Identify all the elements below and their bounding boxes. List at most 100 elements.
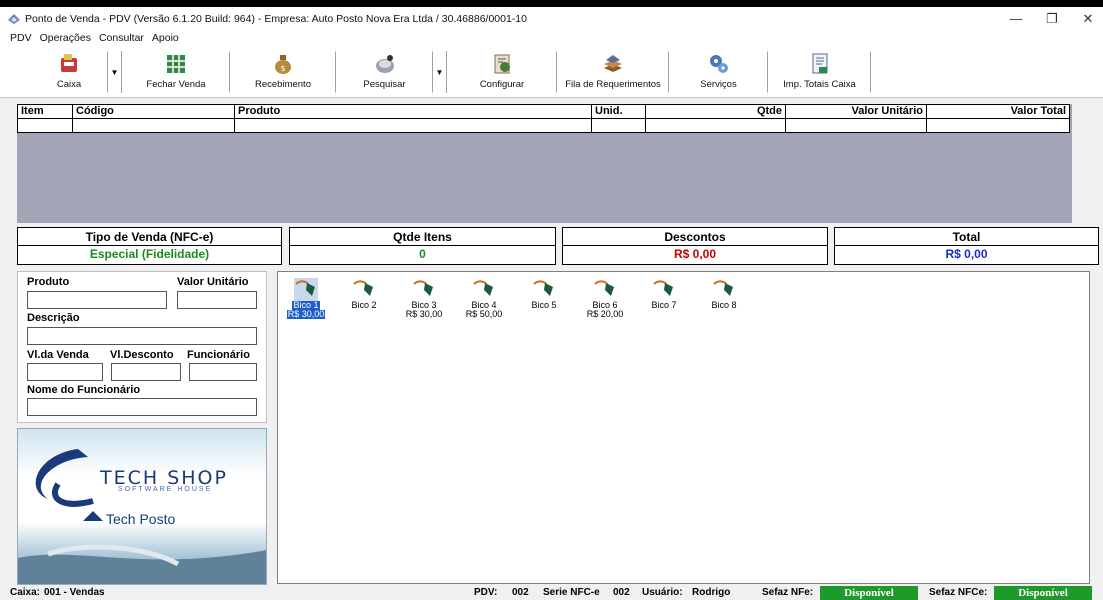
- qtde-itens-value: 0: [419, 247, 426, 261]
- col-unid[interactable]: Unid.: [592, 105, 646, 118]
- funcionario-input[interactable]: [189, 363, 257, 381]
- bico-price: R$ 30,00: [286, 309, 326, 319]
- bico-6[interactable]: Bico 6 R$ 20,00: [581, 278, 629, 330]
- status-caixa-label: Caixa:: [10, 587, 41, 598]
- settings-document-icon: [494, 54, 510, 74]
- fuel-nozzle-icon: [353, 280, 373, 296]
- grid-calculator-icon: [167, 55, 185, 73]
- tipo-venda-label: Tipo de Venda (NFC-e): [18, 228, 281, 246]
- grid-header: Item Código Produto Unid. Qtde Valor Uni…: [17, 104, 1070, 119]
- qtde-itens-box: Qtde Itens 0: [289, 227, 556, 265]
- descontos-value: R$ 0,00: [673, 247, 717, 261]
- close-button[interactable]: ✕: [1070, 7, 1103, 30]
- bico-name: Bico 2: [351, 300, 377, 310]
- bico-price: R$ 30,00: [405, 309, 443, 319]
- status-pdv-label: PDV:: [474, 587, 498, 598]
- cell: [646, 119, 786, 132]
- total-value: R$ 0,00: [945, 247, 988, 261]
- descontos-box: Descontos R$ 0,00: [562, 227, 828, 265]
- pdv-window: Ponto de Venda - PDV (Versão 6.1.20 Buil…: [0, 7, 1103, 600]
- col-qtde[interactable]: Qtde: [646, 105, 786, 118]
- bico-3[interactable]: Bico 3 R$ 30,00: [400, 278, 448, 330]
- menu-consultar[interactable]: Consultar: [99, 32, 144, 44]
- bico-5[interactable]: Bico 5: [520, 278, 568, 330]
- fuel-nozzle-icon: [533, 280, 553, 296]
- imp-totais-caixa-label: Imp. Totais Caixa: [783, 79, 856, 90]
- caixa-button[interactable]: Caixa: [30, 51, 108, 93]
- sefaz-nfce-status-badge: Disponível: [994, 586, 1092, 600]
- col-item[interactable]: Item: [18, 105, 73, 118]
- servicos-label: Serviços: [700, 79, 737, 90]
- bico-2[interactable]: Bico 2: [340, 278, 388, 330]
- cell: [592, 119, 646, 132]
- stacked-books-icon: [604, 55, 622, 72]
- product-form: Produto Valor Unitário Descrição Vl.da V…: [17, 271, 267, 423]
- valor-unitario-input[interactable]: [177, 291, 257, 309]
- nome-funcionario-label: Nome do Funcionário: [27, 384, 141, 396]
- maximize-button[interactable]: ❐: [1034, 7, 1070, 30]
- logo-product: Tech Posto: [106, 511, 176, 527]
- money-bag-icon: $: [275, 55, 291, 74]
- title-bar: Ponto de Venda - PDV (Versão 6.1.20 Buil…: [0, 7, 1103, 30]
- produto-label: Produto: [27, 276, 70, 288]
- pesquisar-dropdown[interactable]: ▼: [433, 51, 447, 93]
- logo-tagline: SOFTWARE HOUSE: [118, 486, 213, 493]
- fuel-nozzle-icon: [295, 280, 315, 296]
- window-title: Ponto de Venda - PDV (Versão 6.1.20 Buil…: [25, 12, 527, 25]
- vl-desconto-input[interactable]: [111, 363, 181, 381]
- cell: [927, 119, 1069, 132]
- fuel-nozzle-icon: [594, 280, 614, 296]
- report-icon: [812, 53, 827, 74]
- col-valor-unitario[interactable]: Valor Unitário: [786, 105, 927, 118]
- configurar-button[interactable]: Configurar: [447, 51, 557, 93]
- fuel-nozzle-icon: [473, 280, 493, 296]
- total-box: Total R$ 0,00: [834, 227, 1099, 265]
- table-row[interactable]: [17, 119, 1070, 133]
- toolbar: Caixa ▼ Fechar Venda $ Recebimento Pesqu…: [0, 46, 1103, 98]
- bico-8[interactable]: Bico 8: [700, 278, 748, 330]
- caixa-label: Caixa: [56, 79, 82, 90]
- pesquisar-button[interactable]: Pesquisar: [336, 51, 433, 93]
- imp-totais-caixa-button[interactable]: Imp. Totais Caixa: [768, 51, 871, 93]
- fila-requerimentos-button[interactable]: Fila de Requerimentos: [557, 51, 669, 93]
- bico-1[interactable]: Bico 1 R$ 30,00: [282, 278, 330, 330]
- sefaz-nfe-label: Sefaz NFe:: [762, 587, 814, 598]
- bico-4[interactable]: Bico 4 R$ 50,00: [460, 278, 508, 330]
- col-produto[interactable]: Produto: [235, 105, 592, 118]
- tipo-venda-box: Tipo de Venda (NFC-e) Especial (Fidelida…: [17, 227, 282, 265]
- bico-name: Bico 8: [711, 300, 737, 310]
- vl-venda-label: Vl.da Venda: [27, 349, 89, 361]
- cash-register-icon: [61, 54, 77, 72]
- cell: [18, 119, 73, 132]
- menu-apoio[interactable]: Apoio: [152, 32, 179, 44]
- col-codigo[interactable]: Código: [73, 105, 235, 118]
- recebimento-button[interactable]: $ Recebimento: [230, 51, 336, 93]
- menu-operacoes[interactable]: Operações: [40, 32, 91, 44]
- bico-name: Bico 5: [531, 300, 557, 310]
- descricao-input[interactable]: [27, 327, 257, 345]
- status-usuario-label: Usuário:: [642, 587, 683, 598]
- bico-7[interactable]: Bico 7: [640, 278, 688, 330]
- tipo-venda-value: Especial (Fidelidade): [89, 247, 210, 261]
- servicos-button[interactable]: Serviços: [669, 51, 768, 93]
- minimize-button[interactable]: —: [998, 7, 1034, 30]
- menu-bar: PDV Operações Consultar Apoio: [0, 30, 1103, 46]
- vl-venda-input[interactable]: [27, 363, 103, 381]
- items-grid[interactable]: Item Código Produto Unid. Qtde Valor Uni…: [17, 104, 1072, 223]
- fechar-venda-label: Fechar Venda: [146, 79, 206, 90]
- fuel-nozzle-icon: [653, 280, 673, 296]
- produto-input[interactable]: [27, 291, 167, 309]
- menu-pdv[interactable]: PDV: [10, 32, 32, 44]
- svg-text:$: $: [280, 64, 285, 73]
- status-pdv-value: 002: [512, 587, 529, 598]
- bico-price: R$ 20,00: [586, 309, 624, 319]
- status-serie-value: 002: [613, 587, 630, 598]
- vl-desconto-label: Vl.Desconto: [110, 349, 174, 361]
- nome-funcionario-input[interactable]: [27, 398, 257, 416]
- logo-graphic: [18, 449, 266, 584]
- qtde-itens-label: Qtde Itens: [290, 228, 555, 246]
- caixa-dropdown[interactable]: ▼: [108, 51, 122, 93]
- fechar-venda-button[interactable]: Fechar Venda: [122, 51, 230, 93]
- col-valor-total[interactable]: Valor Total: [927, 105, 1069, 118]
- valor-unitario-label: Valor Unitário: [177, 276, 249, 288]
